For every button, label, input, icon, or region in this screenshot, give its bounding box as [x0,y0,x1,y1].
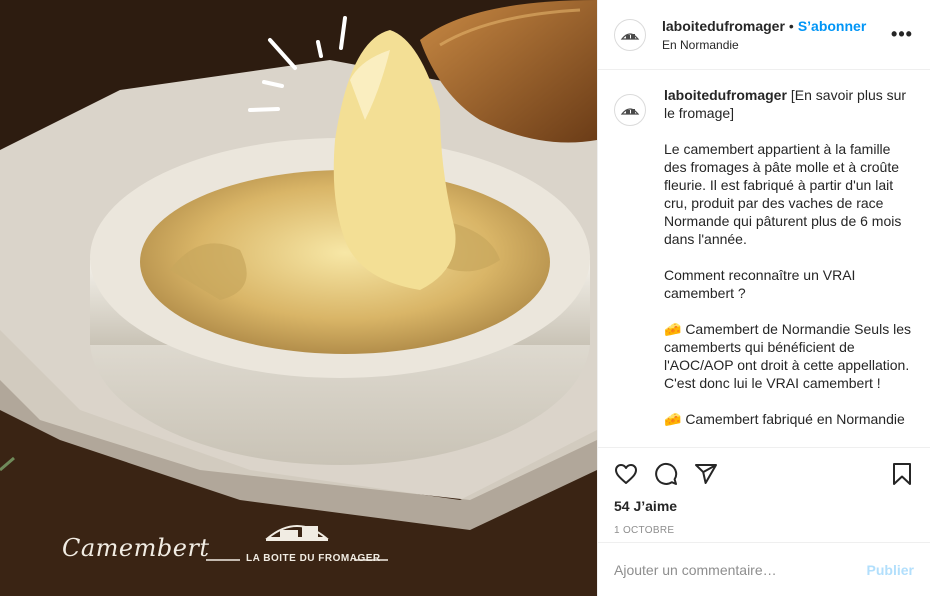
post-side-panel: laboitedufromager • S’abonner En Normand… [597,0,930,596]
instagram-post: Camembert LA BOITE DU FROMAGER laboitedu… [0,0,930,596]
header-separator: • [788,17,794,34]
caption-paragraph: 🧀 Camembert fabriqué en Normandie [664,411,905,427]
location-link[interactable]: En Normandie [662,38,890,52]
more-options-icon[interactable]: ••• [890,24,914,45]
caption-paragraph: 🧀 Camembert de Normandie Seuls les camem… [664,321,911,391]
brand-avatar-icon [620,108,640,115]
post-photo[interactable]: Camembert LA BOITE DU FROMAGER [0,0,597,596]
caption-paragraph: laboitedufromager [En savoir plus sur le … [664,86,914,122]
caption-avatar[interactable] [614,94,646,126]
avatar[interactable] [614,18,646,51]
bookmark-icon[interactable] [890,462,914,486]
post-header: laboitedufromager • S’abonner En Normand… [598,0,930,70]
caption-paragraph: Comment reconnaître un VRAI camembert ? [664,267,856,301]
caption-text: laboitedufromager [En savoir plus sur le … [664,86,914,447]
comment-icon[interactable] [654,462,678,486]
comment-input[interactable] [614,561,867,578]
add-comment-bar: Publier [598,542,930,596]
share-icon[interactable] [694,462,718,486]
follow-button[interactable]: S’abonner [798,18,866,34]
brand-avatar-icon [620,32,640,40]
caption-paragraph: Le camembert appartient à la famille des… [664,141,902,247]
header-username[interactable]: laboitedufromager [662,18,785,34]
caption-comment: laboitedufromager [En savoir plus sur le … [598,70,930,448]
heart-icon[interactable] [614,462,638,486]
header-text: laboitedufromager • S’abonner En Normand… [662,18,890,52]
header-line: laboitedufromager • S’abonner [662,18,890,34]
likes-count[interactable]: 54 J’aime [598,496,930,516]
brand-text: LA BOITE DU FROMAGER [246,553,381,564]
photo-script-caption: Camembert [62,534,210,562]
post-date[interactable]: 1 OCTOBRE [598,525,930,539]
caption-username[interactable]: laboitedufromager [664,87,787,103]
publish-button[interactable]: Publier [867,562,914,578]
camembert-photo [0,0,597,596]
action-bar [598,452,930,496]
